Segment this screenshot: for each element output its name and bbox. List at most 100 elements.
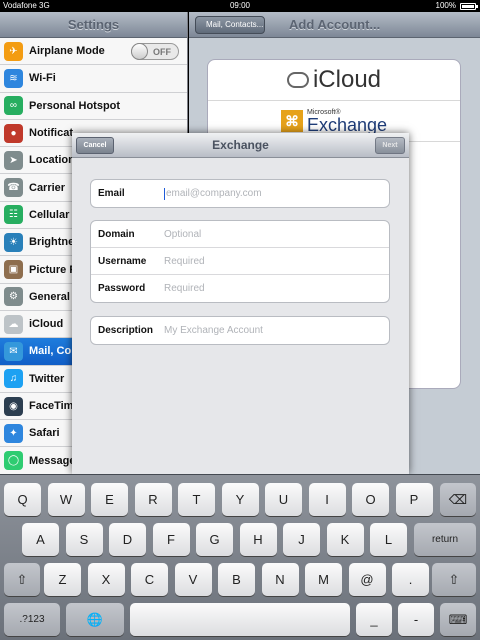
key-f[interactable]: F xyxy=(152,523,190,556)
password-field[interactable] xyxy=(164,283,374,294)
onscreen-keyboard: ⌫ return ⇧ ⇧ .?123 🌐 _ - ⌨ QWERTYUIOP ASD… xyxy=(0,474,480,640)
shift-right-key[interactable]: ⇧ xyxy=(432,563,476,596)
sidebar-item-airplane-mode[interactable]: ✈ Airplane Mode OFF xyxy=(0,38,187,66)
sidebar-item-label: Message xyxy=(29,454,76,467)
key-i[interactable]: I xyxy=(308,483,346,516)
description-group: Description xyxy=(90,316,390,345)
key-c[interactable]: C xyxy=(131,563,168,596)
key-z[interactable]: Z xyxy=(44,563,81,596)
shift-left-key[interactable]: ⇧ xyxy=(4,563,40,596)
numbers-key[interactable]: .?123 xyxy=(4,603,60,636)
description-row[interactable]: Description xyxy=(91,317,389,344)
cellular-icon: ☷ xyxy=(4,205,23,225)
key-g[interactable]: G xyxy=(196,523,233,556)
space-key[interactable] xyxy=(130,603,350,636)
domain-field[interactable] xyxy=(164,228,374,240)
settings-title: Settings xyxy=(67,17,120,32)
next-button[interactable]: Next xyxy=(375,137,405,154)
provider-icloud[interactable]: iCloud xyxy=(208,60,460,101)
battery-percent: 100% xyxy=(435,1,456,10)
key-u[interactable]: U xyxy=(265,483,302,516)
hotspot-icon: ∞ xyxy=(4,96,23,116)
key-t[interactable]: T xyxy=(178,483,215,516)
sidebar-item-label: Notificat xyxy=(29,127,73,140)
key-e[interactable]: E xyxy=(91,483,128,516)
key-d[interactable]: D xyxy=(109,523,146,556)
sidebar-item-label: Wi-Fi xyxy=(29,72,56,85)
detail-title: Add Account... xyxy=(289,17,381,32)
key-j[interactable]: J xyxy=(283,523,320,556)
sidebar-item-label: Picture F xyxy=(29,263,77,276)
key-r[interactable]: R xyxy=(134,483,172,516)
key-s[interactable]: S xyxy=(65,523,103,556)
email-label: Email xyxy=(98,188,125,199)
key-w[interactable]: W xyxy=(47,483,85,516)
provider-icloud-label: iCloud xyxy=(312,66,382,93)
key-v[interactable]: V xyxy=(174,563,212,596)
key-o[interactable]: O xyxy=(352,483,389,516)
key-period[interactable]: . xyxy=(392,563,429,596)
description-field[interactable] xyxy=(164,325,374,336)
domain-label: Domain xyxy=(98,228,135,240)
sidebar-item-label: Cellular xyxy=(29,208,70,221)
globe-key[interactable]: 🌐 xyxy=(66,603,124,636)
key-n[interactable]: N xyxy=(261,563,299,596)
settings-navbar: Settings xyxy=(0,12,187,38)
battery-icon xyxy=(460,3,478,10)
sidebar-item-wi-fi[interactable]: ≋ Wi-Fi xyxy=(0,65,187,93)
sidebar-item-label: General xyxy=(29,290,70,303)
key-h[interactable]: H xyxy=(239,523,277,556)
backspace-key[interactable]: ⌫ xyxy=(440,483,476,516)
notifications-icon: ● xyxy=(4,123,23,143)
status-bar: Vodafone 3G 09:00 100% xyxy=(0,0,480,12)
back-button[interactable]: Mail, Contacts... xyxy=(195,16,265,34)
detail-navbar: Mail, Contacts... Add Account... xyxy=(189,12,480,38)
mail-icon: ✉ xyxy=(4,341,23,361)
username-field[interactable] xyxy=(164,255,374,267)
key-y[interactable]: Y xyxy=(221,483,259,516)
key-x[interactable]: X xyxy=(87,563,125,596)
password-row[interactable]: Password xyxy=(91,275,389,302)
key-k[interactable]: K xyxy=(326,523,364,556)
return-key[interactable]: return xyxy=(414,523,476,556)
domain-row[interactable]: Domain xyxy=(91,221,389,248)
provider-exchange-label: Exchange xyxy=(306,114,388,135)
airplane-icon: ✈ xyxy=(4,41,23,61)
facetime-icon: ◉ xyxy=(4,396,23,416)
sidebar-item-label: Safari xyxy=(29,427,60,440)
key-l[interactable]: L xyxy=(370,523,407,556)
exchange-icon: ⌘ xyxy=(280,110,303,132)
text-cursor xyxy=(164,187,165,200)
airplane-mode-toggle[interactable]: OFF xyxy=(131,43,179,60)
key-q[interactable]: Q xyxy=(4,483,41,516)
sidebar-item-personal-hotspot[interactable]: ∞ Personal Hotspot xyxy=(0,92,187,120)
icloud-icon: ☁ xyxy=(4,314,23,334)
sidebar-item-label: Personal Hotspot xyxy=(29,99,121,112)
clock: 09:00 xyxy=(229,1,251,10)
sidebar-item-label: Brightne xyxy=(29,236,75,249)
key-a[interactable]: A xyxy=(22,523,59,556)
twitter-icon: ♫ xyxy=(4,369,23,389)
description-label: Description xyxy=(98,325,154,336)
key-m[interactable]: M xyxy=(305,563,342,596)
sidebar-item-label: FaceTim xyxy=(29,400,74,412)
sidebar-item-label: Mail, Co xyxy=(29,345,72,358)
modal-title: Exchange xyxy=(212,138,269,152)
email-row[interactable]: Email xyxy=(91,180,389,207)
email-field[interactable] xyxy=(166,188,376,199)
key-p[interactable]: P xyxy=(395,483,433,516)
messages-icon: ◯ xyxy=(4,451,23,471)
key-at[interactable]: @ xyxy=(348,563,386,596)
toggle-state-label: OFF xyxy=(153,47,171,57)
hide-keyboard-key[interactable]: ⌨ xyxy=(440,603,476,636)
toggle-knob xyxy=(131,43,148,60)
username-row[interactable]: Username xyxy=(91,248,389,275)
exchange-account-modal: Cancel Exchange Next Email Domain Userna… xyxy=(72,133,409,474)
sidebar-item-label: iCloud xyxy=(29,318,64,331)
underscore-key[interactable]: _ xyxy=(356,603,392,636)
key-b[interactable]: B xyxy=(218,563,255,596)
sidebar-item-label: Airplane Mode xyxy=(29,45,105,58)
dash-key[interactable]: - xyxy=(398,603,434,636)
sidebar-item-label: Carrier xyxy=(29,181,66,194)
modal-navbar: Cancel Exchange Next xyxy=(72,133,409,158)
